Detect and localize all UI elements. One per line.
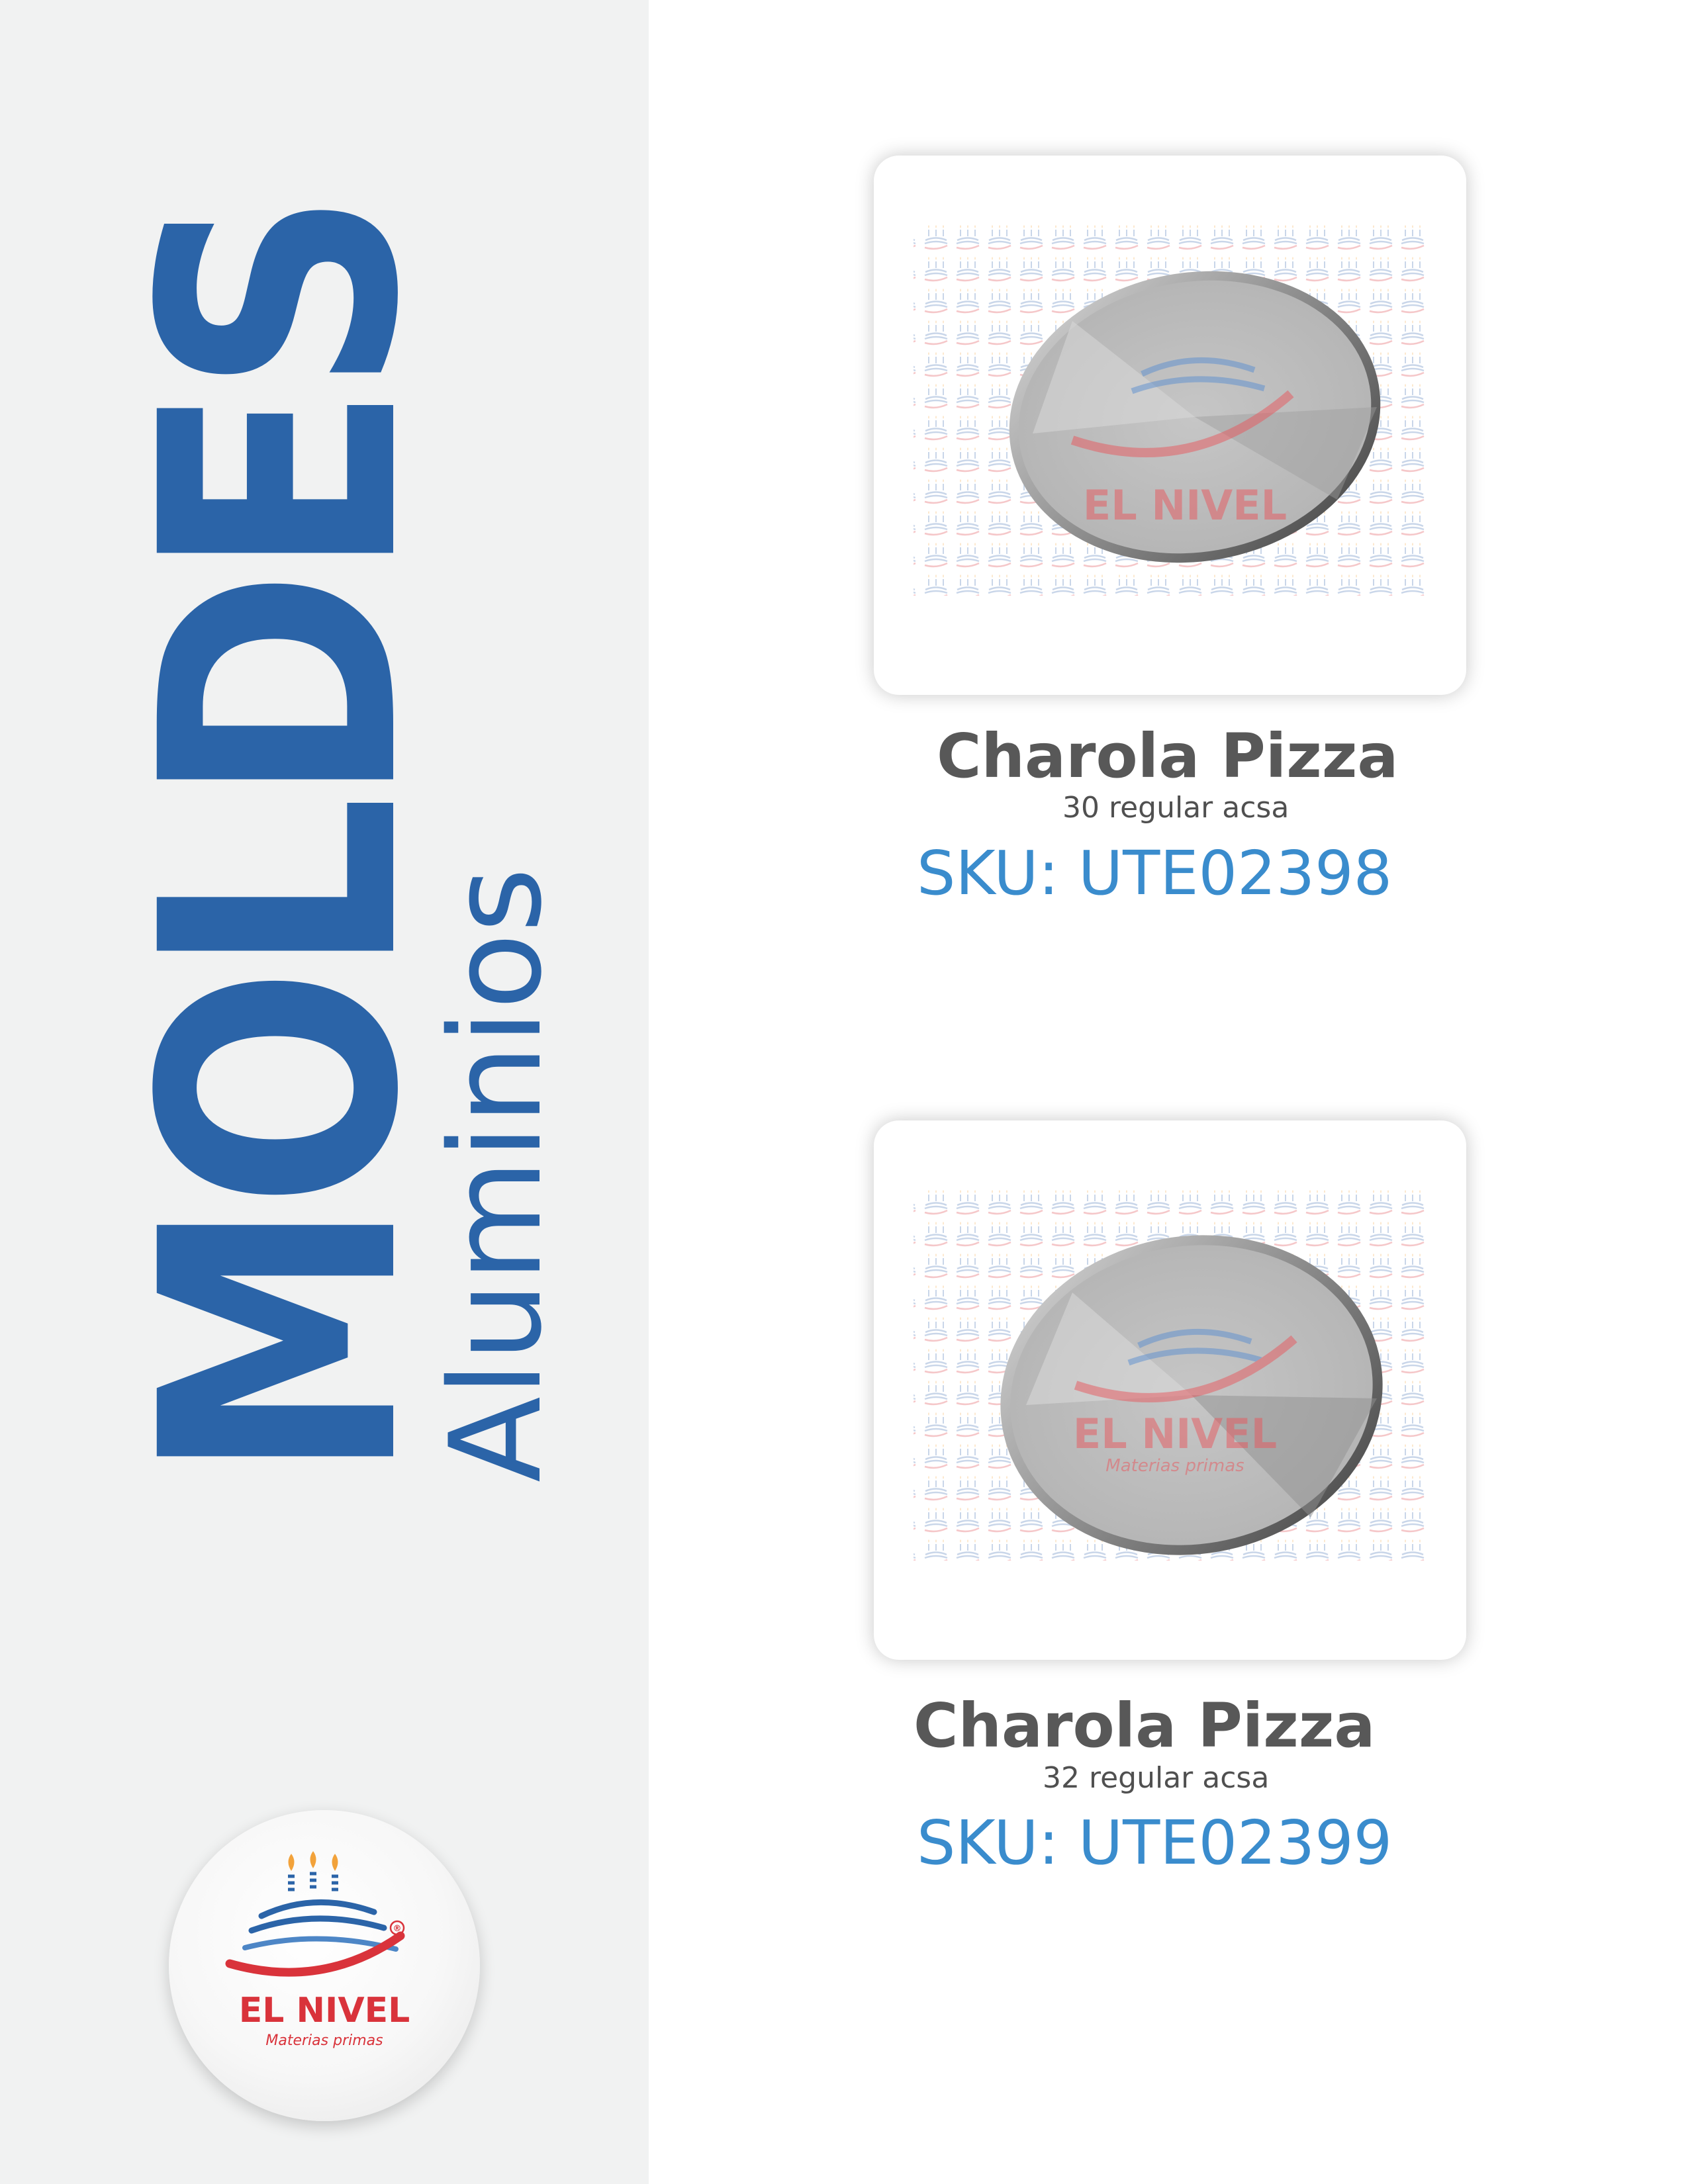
product-description: 30 regular acsa	[1062, 791, 1289, 825]
category-subtitle: Aluminios	[423, 867, 569, 1483]
watermark-brand-name: EL NIVEL	[1083, 481, 1287, 529]
product-sku: SKU: UTE02399	[917, 1807, 1393, 1878]
product-description: 32 regular acsa	[1043, 1761, 1270, 1795]
brand-logo: ® EL NIVEL Materias primas	[169, 1810, 480, 2121]
product-name: Charola Pizza	[937, 721, 1399, 792]
brand-tagline: Materias primas	[265, 2032, 383, 2049]
pizza-tray-image: EL NIVEL Materias primas	[914, 1183, 1427, 1561]
category-heading: MOLDES Aluminios	[92, 200, 569, 1483]
watermark-brand-name: EL NIVEL	[1073, 1410, 1277, 1458]
product-sku: SKU: UTE02398	[917, 838, 1393, 909]
registered-mark: ®	[393, 1924, 402, 1934]
sidebar-panel: MOLDES Aluminios ® EL NIVEL Materias pri…	[0, 0, 649, 2184]
watermark-brand-tagline: Materias primas	[1105, 1456, 1244, 1476]
brand-name: EL NIVEL	[239, 1991, 410, 2030]
cake-icon: ® EL NIVEL Materias primas	[225, 1851, 410, 2049]
pizza-tray-image: EL NIVEL	[914, 218, 1427, 596]
product-image-card: EL NIVEL	[874, 156, 1466, 695]
product-image-card: EL NIVEL Materias primas	[874, 1120, 1466, 1660]
product-name: Charola Pizza	[914, 1690, 1376, 1761]
category-title: MOLDES	[92, 199, 470, 1482]
